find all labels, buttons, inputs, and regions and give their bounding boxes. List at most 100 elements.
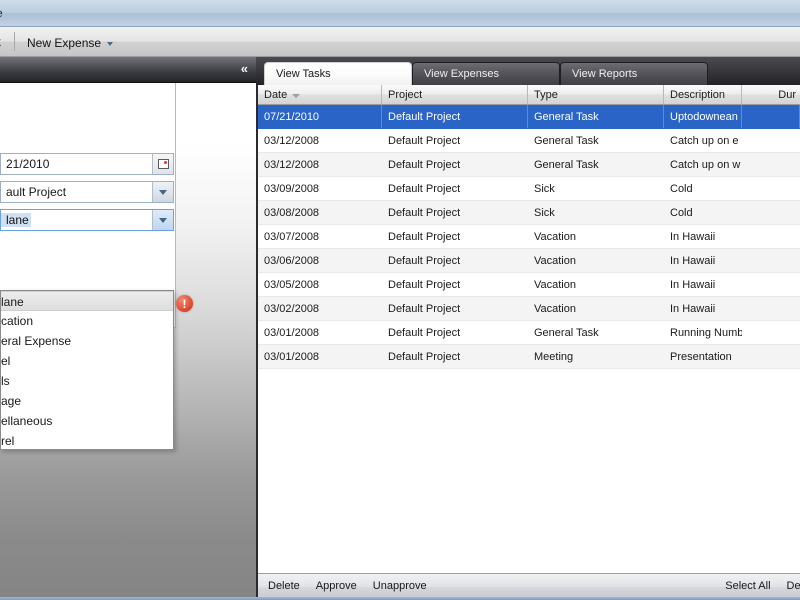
cell-date: 03/01/2008 [264,350,320,363]
column-header-date[interactable]: Date [258,85,382,104]
type-combobox-value: lane [1,213,31,227]
cell-description: Cold [670,182,693,195]
table-row[interactable]: 03/09/2008 Default Project Sick Cold [258,177,800,201]
table-row[interactable]: 07/21/2010 Default Project General Task … [258,105,800,129]
error-icon-glyph: ! [182,296,187,311]
calendar-icon [157,159,169,169]
cell-type: Sick [534,206,555,219]
cell-duration [742,201,800,224]
cell-description: Running Numb [670,326,742,339]
tab-view-tasks[interactable]: View Tasks [264,62,412,85]
tab-strip: View Tasks View Expenses View Reports [256,57,800,85]
date-field-value: 21/2010 [6,157,50,171]
project-combobox[interactable]: ault Project [0,181,174,203]
cell-duration [742,105,800,128]
chevron-down-icon [159,217,167,223]
cell-description: Cold [670,206,693,219]
cell-description: In Hawaii [670,278,716,291]
cell-date: 07/21/2010 [258,105,382,128]
dropdown-item[interactable]: eral Expense [1,331,173,351]
cell-date: 03/05/2008 [264,278,320,291]
chevron-down-icon [159,189,167,195]
dropdown-item[interactable]: el [1,351,173,371]
left-panel-header: « [0,57,256,83]
column-header-label: Description [670,88,726,101]
table-row[interactable]: 03/06/2008 Default Project Vacation In H… [258,249,800,273]
left-form-panel: « 21/2010 ault Project lane lane cation … [0,57,256,600]
column-header-duration[interactable]: Dur [742,85,800,104]
cell-type: Vacation [534,278,576,291]
cell-description: In Hawaii [670,302,716,315]
project-dropdown-button[interactable] [152,182,173,202]
table-row[interactable]: 03/02/2008 Default Project Vacation In H… [258,297,800,321]
dropdown-item[interactable]: ellaneous [1,411,173,431]
table-row[interactable]: 03/07/2008 Default Project Vacation In H… [258,225,800,249]
table-row[interactable]: 03/01/2008 Default Project General Task … [258,321,800,345]
calendar-picker-button[interactable] [152,154,173,174]
cell-date: 03/02/2008 [264,302,320,315]
cell-date: 03/08/2008 [264,206,320,219]
cell-project: Default Project [388,350,461,363]
cell-description: Presentation [670,350,732,363]
cell-duration [742,177,800,200]
tasks-grid: Date Project Type Description Dur 07/21/… [258,85,800,573]
cell-duration [742,129,800,152]
delete-button[interactable]: Delete [268,580,300,592]
cell-duration [742,321,800,344]
dropdown-item[interactable]: age [1,391,173,411]
table-row[interactable]: 03/01/2008 Default Project Meeting Prese… [258,345,800,369]
cell-duration [742,249,800,272]
deselect-all-button[interactable]: Deselect All [787,580,800,592]
cell-project: Default Project [388,206,461,219]
tab-view-expenses[interactable]: View Expenses [412,62,560,85]
toolbar-separator [14,32,15,51]
type-dropdown-list[interactable]: lane cation eral Expense el ls age ellan… [0,290,174,450]
dropdown-item[interactable]: ls [1,371,173,391]
grid-action-bar-right: Select All Deselect All [725,580,800,592]
collapse-panel-button[interactable]: « [238,61,250,77]
table-row[interactable]: 03/12/2008 Default Project General Task … [258,153,800,177]
cell-date: 03/01/2008 [264,326,320,339]
new-expense-button[interactable]: New Expense [22,33,118,52]
main-toolbar: k New Expense [0,27,800,57]
column-header-description[interactable]: Description [664,85,742,104]
cell-duration [742,345,800,368]
cell-date: 03/12/2008 [264,158,320,171]
approve-button[interactable]: Approve [316,580,357,592]
cell-date: 03/06/2008 [264,254,320,267]
left-panel-body: 21/2010 ault Project lane lane cation er… [0,83,256,600]
column-header-label: Project [388,88,423,101]
cell-duration [742,273,800,296]
cell-project: Default Project [388,302,461,315]
cell-type: Vacation [534,230,576,243]
window-title: e [0,6,3,20]
table-row[interactable]: 03/05/2008 Default Project Vacation In H… [258,273,800,297]
dropdown-item[interactable]: rel [1,431,173,449]
select-all-button[interactable]: Select All [725,580,770,592]
type-combobox[interactable]: lane [0,209,174,231]
cell-date: 03/12/2008 [264,134,320,147]
column-header-project[interactable]: Project [382,85,528,104]
toolbar-previous-item[interactable]: k [0,35,1,49]
dropdown-item[interactable]: lane [1,291,173,311]
dropdown-item[interactable]: cation [1,311,173,331]
cell-type: Sick [534,182,555,195]
table-row[interactable]: 03/08/2008 Default Project Sick Cold [258,201,800,225]
date-field[interactable]: 21/2010 [0,153,174,175]
error-icon[interactable]: ! [176,295,193,312]
type-dropdown-button[interactable] [152,210,173,230]
cell-type: Vacation [534,254,576,267]
cell-description: In Hawaii [670,230,716,243]
title-bar: e [0,0,800,27]
grid-action-bar: Delete Approve Unapprove Select All Dese… [258,573,800,600]
table-row[interactable]: 03/12/2008 Default Project General Task … [258,129,800,153]
column-header-label: Type [534,88,558,101]
grid-body: 07/21/2010 Default Project General Task … [258,105,800,573]
cell-date: 03/07/2008 [264,230,320,243]
cell-duration [742,153,800,176]
cell-type: Vacation [534,302,576,315]
column-header-label: Date [264,88,288,101]
tab-view-reports[interactable]: View Reports [560,62,708,85]
column-header-type[interactable]: Type [528,85,664,104]
unapprove-button[interactable]: Unapprove [373,580,427,592]
